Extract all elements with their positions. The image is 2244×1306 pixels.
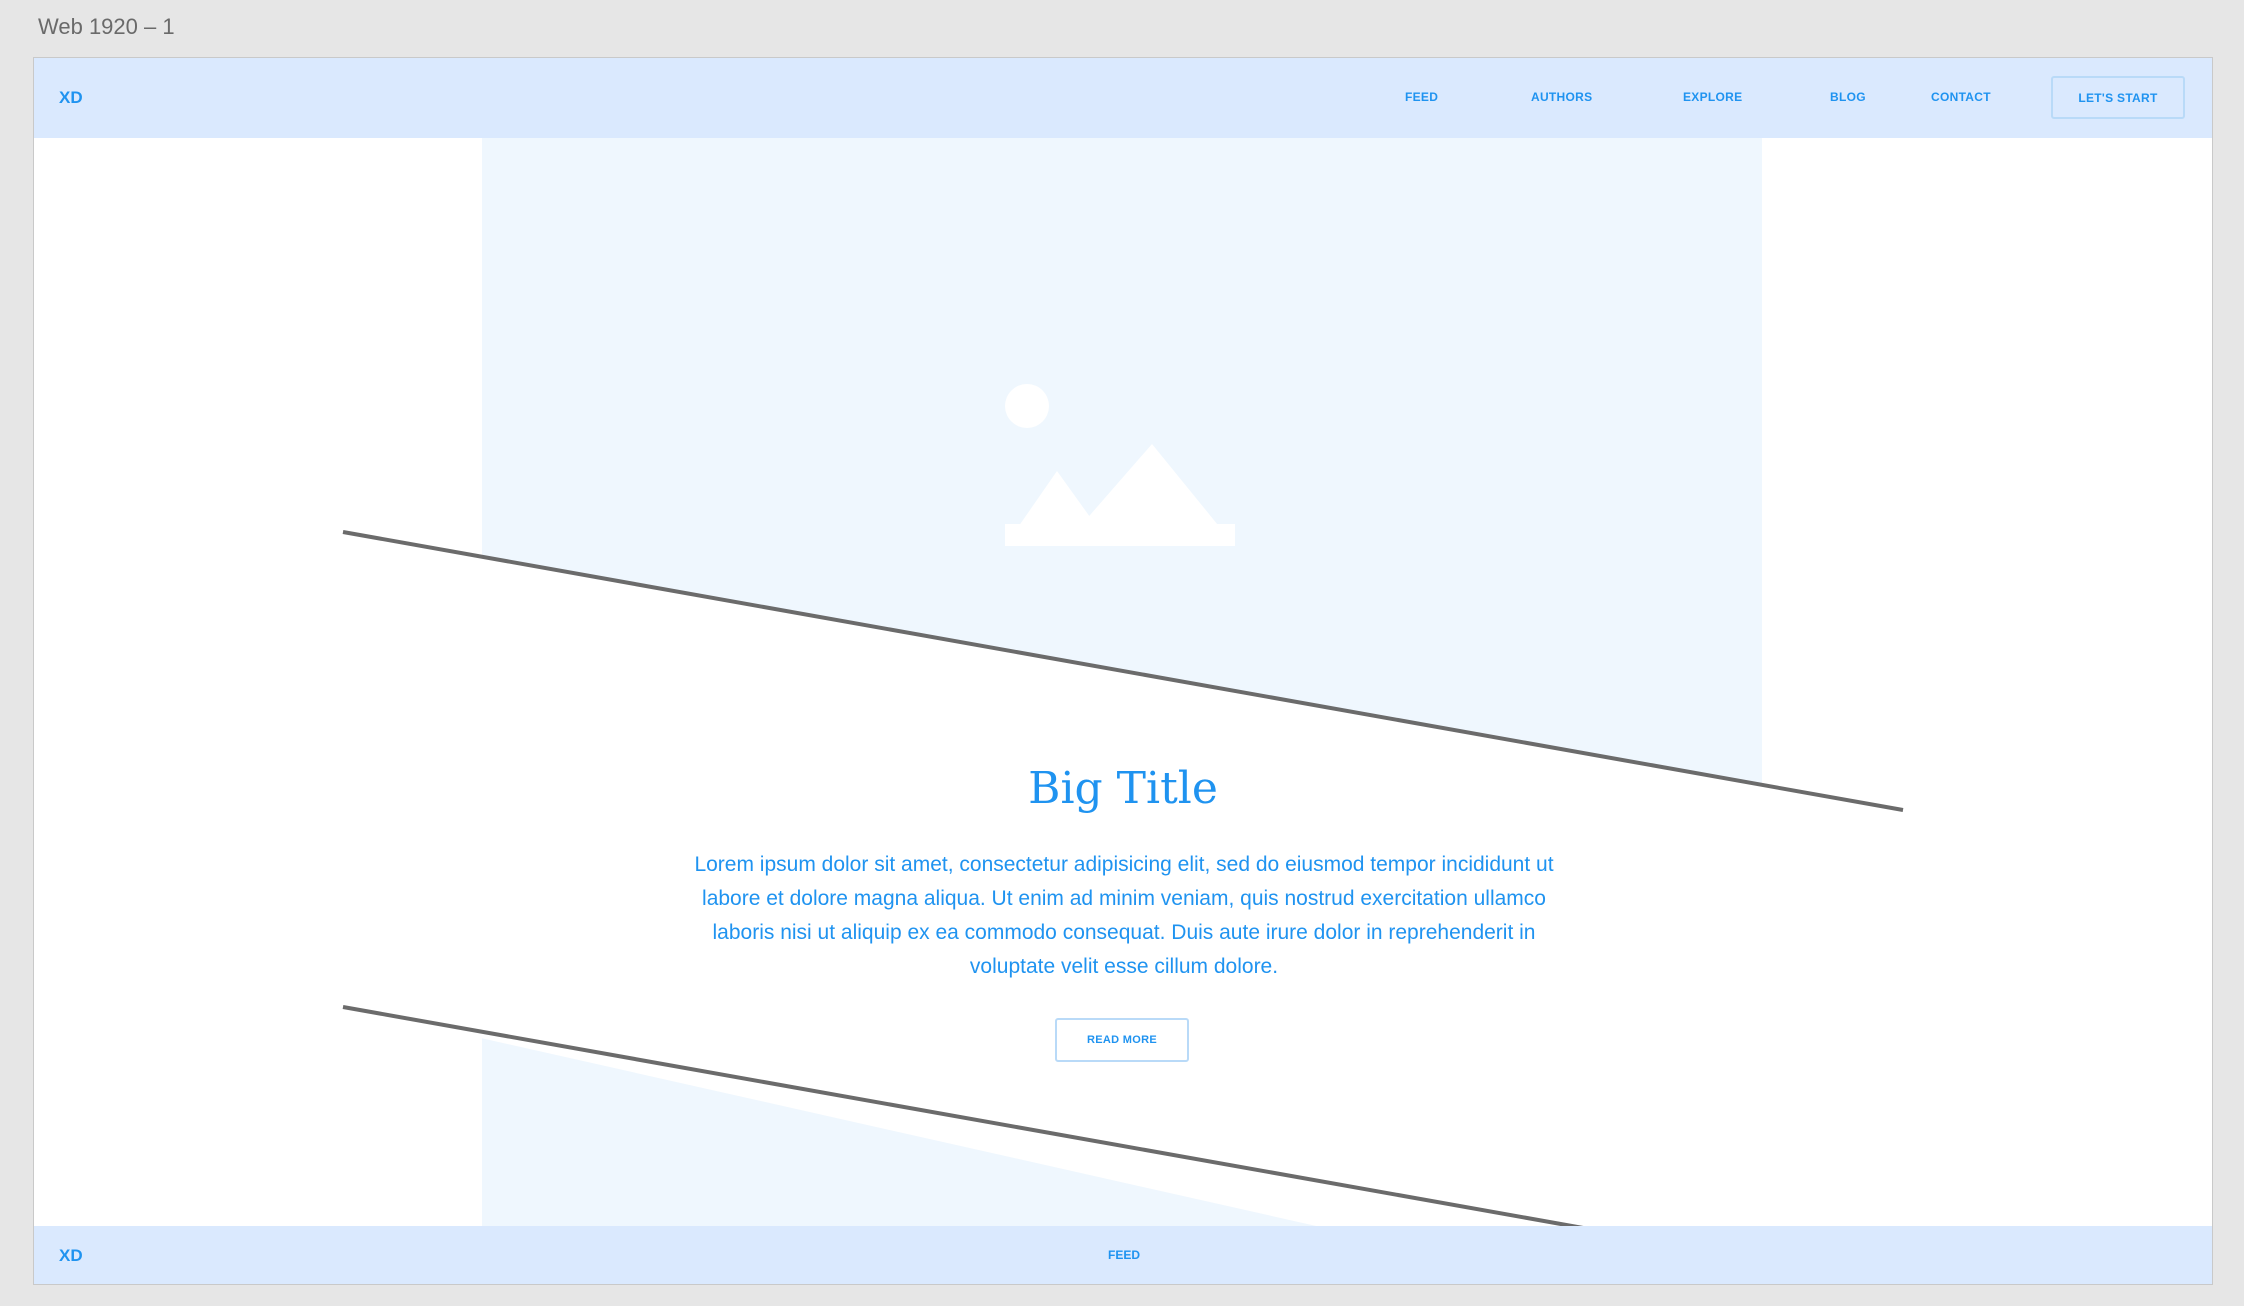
diagonal-divider-lines <box>342 530 1904 1284</box>
footer-bar: XD FEED <box>34 1226 2212 1284</box>
artboard: XD FEED AUTHORS EXPLORE BLOG CONTACT LET… <box>33 57 2213 1285</box>
footer-logo[interactable]: XD <box>59 1246 83 1266</box>
read-more-button[interactable]: READ MORE <box>1055 1018 1189 1062</box>
page-title: Big Title <box>1028 763 1218 814</box>
hero-body-text: Lorem ipsum dolor sit amet, consectetur … <box>694 853 1554 978</box>
artboard-title: Web 1920 – 1 <box>38 14 175 39</box>
footer-link-feed[interactable]: FEED <box>1108 1248 1140 1262</box>
